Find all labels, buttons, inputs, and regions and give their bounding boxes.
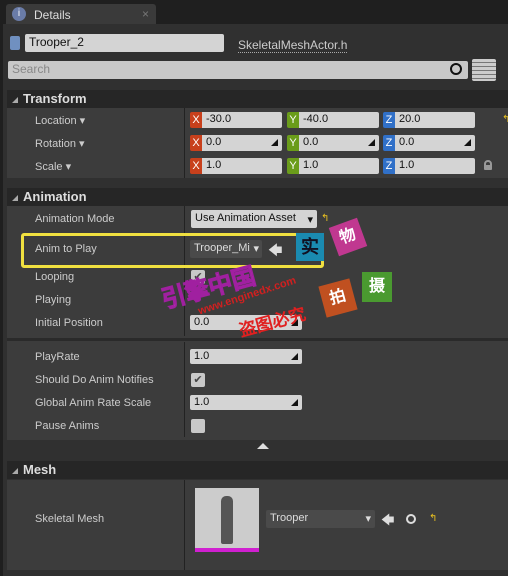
notifies-checkbox[interactable]: ✔ (191, 373, 205, 387)
transform-header[interactable]: Transform (7, 90, 508, 108)
search-input[interactable]: Search (8, 61, 468, 79)
play-rate-value: 1.0 (194, 350, 210, 362)
pause-checkbox[interactable] (191, 419, 205, 433)
chevron-down-icon: ▾ (307, 214, 313, 226)
location-x-value: -30.0 (206, 113, 232, 125)
reset-icon[interactable]: ↰ (502, 114, 508, 125)
location-label-text: Location (35, 115, 77, 127)
chevron-down-icon: ▾ (65, 161, 72, 173)
scale-x-value: 1.0 (206, 159, 222, 171)
divider (184, 108, 185, 178)
location-label[interactable]: Location ▾ (35, 114, 85, 127)
axis-z-label: Z (383, 135, 395, 151)
axis-z-label: Z (383, 158, 395, 174)
animation-mode-label: Animation Mode (35, 213, 115, 225)
scale-y-input[interactable]: 1.0 (299, 158, 379, 174)
pause-label: Pause Anims (35, 420, 100, 432)
rotation-z-input[interactable]: 0.0 (395, 135, 475, 151)
location-y-value: -40.0 (303, 113, 329, 125)
skeletal-mesh-value: Trooper (270, 512, 309, 524)
reset-icon[interactable]: ↰ (321, 213, 329, 224)
anim-to-play-label: Anim to Play (35, 243, 97, 255)
rotation-label-text: Rotation (35, 138, 76, 150)
actor-icon (10, 36, 20, 50)
mesh-thumbnail[interactable] (195, 488, 259, 552)
playing-label: Playing (35, 294, 72, 306)
global-rate-value: 1.0 (194, 396, 210, 408)
details-tab[interactable]: i Details × (6, 4, 156, 24)
chevron-down-icon: ▾ (253, 243, 259, 255)
anim-to-play-dropdown[interactable]: Trooper_Mi ▾ (190, 240, 262, 258)
global-rate-input[interactable]: 1.0 (190, 395, 302, 410)
play-rate-label: PlayRate (35, 351, 80, 363)
scale-z-input[interactable]: 1.0 (395, 158, 475, 174)
initial-position-label: Initial Position (35, 317, 103, 329)
scale-label-text: Scale (35, 161, 63, 173)
global-rate-label: Global Anim Rate Scale (35, 397, 152, 409)
section-divider (7, 338, 508, 341)
axis-x-label: X (190, 112, 202, 128)
reset-icon[interactable]: ↰ (429, 513, 437, 524)
mesh-header[interactable]: Mesh (7, 461, 508, 479)
axis-y-label: Y (287, 135, 299, 151)
lock-icon[interactable] (484, 160, 492, 170)
animation-mode-value: Use Animation Asset (195, 212, 296, 224)
use-selected-arrow-icon[interactable]: 🡄 (381, 511, 394, 533)
location-y-input[interactable]: -40.0 (299, 112, 379, 128)
search-icon[interactable] (450, 63, 462, 75)
class-link[interactable]: SkeletalMeshActor.h (238, 38, 348, 53)
actor-name-input[interactable]: Trooper_2 (25, 34, 224, 52)
animation-mode-dropdown[interactable]: Use Animation Asset ▾ (191, 210, 317, 228)
divider (184, 342, 185, 437)
use-selected-arrow-icon[interactable]: 🡄 (268, 240, 282, 264)
notifies-label: Should Do Anim Notifies (35, 374, 154, 386)
rotation-y-input[interactable]: 0.0 (299, 135, 379, 151)
rotation-x-value: 0.0 (206, 136, 222, 148)
chevron-down-icon: ▾ (79, 115, 86, 127)
axis-z-label: Z (383, 112, 395, 128)
looping-label: Looping (35, 271, 75, 283)
view-options-button[interactable] (472, 59, 496, 81)
scale-x-input[interactable]: 1.0 (202, 158, 282, 174)
location-z-input[interactable]: 20.0 (395, 112, 475, 128)
location-z-value: 20.0 (399, 113, 421, 125)
axis-x-label: X (190, 158, 202, 174)
browse-icon[interactable] (406, 514, 416, 524)
skeletal-mesh-label: Skeletal Mesh (35, 513, 105, 525)
tab-title: Details (34, 8, 71, 22)
axis-y-label: Y (287, 112, 299, 128)
anim-to-play-value: Trooper_Mi (194, 242, 250, 254)
skeletal-mesh-dropdown[interactable]: Trooper ▾ (266, 510, 375, 528)
chevron-down-icon: ▾ (79, 138, 85, 150)
rotation-x-input[interactable]: 0.0 (202, 135, 282, 151)
scale-z-value: 1.0 (399, 159, 415, 171)
scale-label[interactable]: Scale ▾ (35, 160, 71, 173)
chevron-down-icon: ▾ (365, 513, 371, 525)
rotation-z-value: 0.0 (399, 136, 415, 148)
location-x-input[interactable]: -30.0 (202, 112, 282, 128)
axis-x-label: X (190, 135, 202, 151)
close-icon[interactable]: × (142, 7, 149, 21)
initial-position-value: 0.0 (194, 316, 210, 328)
trooper-figure (221, 496, 233, 544)
divider (184, 480, 185, 570)
watermark-stamp: 实 (296, 233, 324, 261)
rotation-y-value: 0.0 (303, 136, 319, 148)
animation-header[interactable]: Animation (7, 188, 508, 206)
collapse-advanced-icon[interactable] (257, 443, 269, 449)
watermark-stamp: 摄 (362, 272, 392, 302)
divider (184, 206, 185, 336)
scale-y-value: 1.0 (303, 159, 319, 171)
axis-y-label: Y (287, 158, 299, 174)
play-rate-input[interactable]: 1.0 (190, 349, 302, 364)
info-icon: i (12, 7, 26, 21)
rotation-label[interactable]: Rotation ▾ (35, 137, 85, 150)
